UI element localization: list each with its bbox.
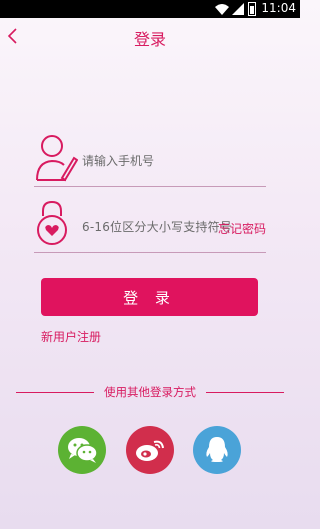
forgot-password-link[interactable]: 忘记密码 (218, 220, 266, 237)
signal-icon (232, 3, 244, 15)
password-input[interactable]: 6-16位区分大小写支持符号 (82, 218, 232, 235)
qq-icon (206, 437, 228, 462)
lock-heart-icon (37, 200, 67, 245)
register-link[interactable]: 新用户注册 (41, 328, 101, 345)
status-time: 11:04 (261, 1, 296, 15)
page-title: 登录 (133, 30, 166, 49)
phone-input[interactable]: 请输入手机号 (82, 152, 154, 169)
qq-login-button[interactable] (193, 426, 241, 474)
battery-icon (248, 2, 256, 16)
wifi-icon (215, 4, 229, 15)
wechat-icon (68, 438, 98, 463)
wechat-login-button[interactable] (58, 426, 106, 474)
divider-right (206, 392, 284, 393)
weibo-login-button[interactable] (126, 426, 174, 474)
phone-input-row[interactable]: 请输入手机号 (34, 128, 266, 187)
password-input-row[interactable]: 6-16位区分大小写支持符号 忘记密码 (34, 196, 266, 253)
weibo-icon (136, 440, 164, 461)
user-pen-icon (36, 135, 78, 182)
login-button[interactable]: 登 录 (41, 278, 258, 316)
status-bar: 11:04 (0, 0, 300, 18)
header: 登录 (0, 18, 300, 56)
